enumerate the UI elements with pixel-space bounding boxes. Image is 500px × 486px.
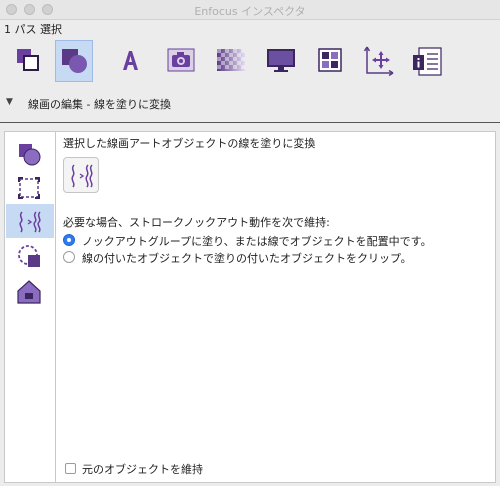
sidebar-item-stroke-to-fill[interactable]	[6, 204, 54, 238]
tab-shape-fill[interactable]	[55, 40, 93, 82]
tab-move[interactable]	[360, 40, 398, 82]
move-axes-icon	[363, 46, 394, 77]
convert-stroke-to-fill-button[interactable]	[63, 157, 99, 193]
bounding-box-icon	[18, 177, 40, 199]
section-header[interactable]: ▼ 線画の編集 - 線を塗りに変換	[0, 88, 500, 123]
main-heading: 選択した線画アートオブジェクトの線を塗りに変換	[63, 137, 316, 150]
keep-original-checkbox[interactable]	[65, 463, 76, 474]
section-title: 線画の編集 - 線を塗りに変換	[28, 98, 171, 111]
display-icon	[267, 49, 295, 72]
keep-original-label[interactable]: 元のオブジェクトを維持	[82, 461, 203, 477]
shape-edit-icon	[19, 144, 41, 166]
info-list-icon	[413, 47, 442, 76]
dashed-shape-icon	[18, 245, 40, 267]
clip-option-label[interactable]: 線の付いたオブジェクトで塗りの付いたオブジェクトをクリップ。	[82, 250, 412, 266]
tab-display[interactable]	[262, 40, 300, 82]
transparency-icon	[217, 49, 245, 71]
stroke-to-fill-icon	[71, 164, 93, 188]
editor-panel: 選択した線画アートオブジェクトの線を塗りに変換 必要な場合、ストロークノックアウ…	[4, 131, 496, 483]
tab-image[interactable]	[163, 40, 201, 82]
text-icon	[123, 51, 138, 70]
title-bar: Enfocus インスペクタ	[0, 0, 500, 20]
sidebar-item-bounding-box[interactable]	[6, 170, 54, 204]
image-icon	[167, 48, 195, 72]
disclosure-triangle-icon[interactable]: ▼	[6, 97, 13, 107]
sidebar	[5, 132, 56, 482]
clip-option-radio[interactable]	[63, 251, 75, 263]
tab-path-object[interactable]	[10, 40, 48, 82]
knockout-group-option-label[interactable]: ノックアウトグループに塗り、または線でオブジェクトを配置中です。	[82, 233, 432, 249]
window-title: Enfocus インスペクタ	[194, 5, 306, 18]
path-object-icon	[17, 49, 39, 71]
tab-transparency[interactable]	[212, 40, 250, 82]
sidebar-item-dashed-shape[interactable]	[6, 238, 54, 272]
tab-grid[interactable]	[312, 40, 350, 82]
knockout-label: 必要な場合、ストロークノックアウト動作を次で維持:	[63, 216, 330, 229]
content-area: 選択した線画アートオブジェクトの線を塗りに変換 必要な場合、ストロークノックアウ…	[63, 132, 495, 482]
shape-fill-icon	[62, 49, 87, 73]
stroke-to-fill-icon	[19, 211, 41, 233]
tab-info[interactable]	[408, 40, 446, 82]
grid-icon	[318, 48, 342, 72]
tab-text[interactable]	[112, 40, 150, 82]
sidebar-item-shape-edit[interactable]	[6, 136, 54, 170]
house-shape-icon	[17, 280, 41, 304]
inspector-toolbar	[0, 38, 500, 86]
knockout-group-radio[interactable]	[63, 234, 75, 246]
selection-info: 1 パス 選択	[4, 23, 62, 36]
sidebar-item-house-shape[interactable]	[6, 274, 54, 308]
